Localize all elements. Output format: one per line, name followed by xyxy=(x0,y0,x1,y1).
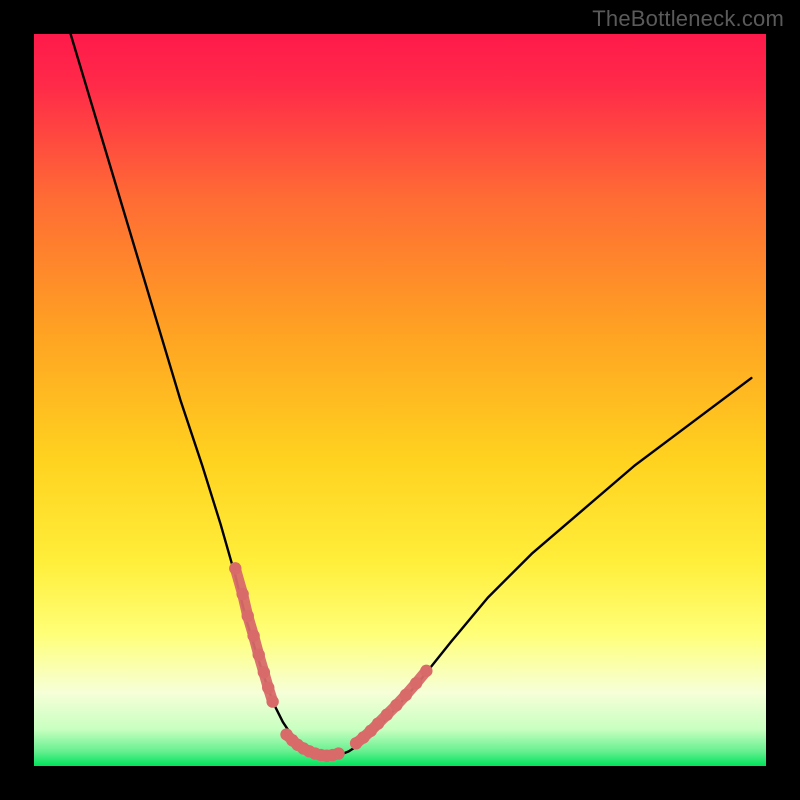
highlight-cluster-right-dot xyxy=(420,665,432,677)
highlight-cluster-right-dot xyxy=(400,689,412,701)
highlight-cluster-right-dot xyxy=(381,709,393,721)
highlight-cluster-left-dot xyxy=(262,681,274,693)
bottleneck-chart xyxy=(34,34,766,766)
highlight-cluster-left-dot xyxy=(242,610,254,622)
highlight-cluster-left-dot xyxy=(266,695,278,707)
attribution-text: TheBottleneck.com xyxy=(592,6,784,32)
highlight-cluster-left-dot xyxy=(236,588,248,600)
highlight-cluster-left-dot xyxy=(229,562,241,574)
highlight-cluster-left-dot xyxy=(247,630,259,642)
highlight-cluster-right-dot xyxy=(410,677,422,689)
highlight-cluster-left-dot xyxy=(253,649,265,661)
plot-area xyxy=(34,34,766,766)
highlight-cluster-valley-dot xyxy=(332,747,344,759)
highlight-cluster-right-dot xyxy=(372,717,384,729)
highlight-cluster-left-dot xyxy=(258,666,270,678)
gradient-background xyxy=(34,34,766,766)
chart-frame: TheBottleneck.com xyxy=(0,0,800,800)
highlight-cluster-right-dot xyxy=(390,699,402,711)
